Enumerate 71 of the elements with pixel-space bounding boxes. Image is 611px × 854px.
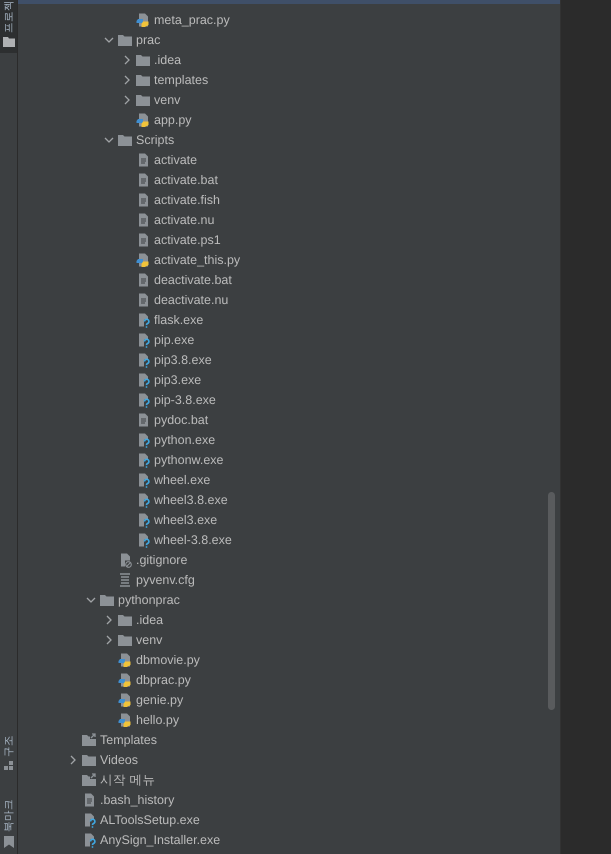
tree-item[interactable]: Videos bbox=[100, 752, 138, 768]
tree-item[interactable]: hello.py bbox=[136, 712, 180, 728]
folder-icon bbox=[117, 612, 133, 628]
tree-item[interactable]: flask.exe bbox=[154, 312, 204, 328]
tree-item[interactable]: meta_prac.py bbox=[154, 12, 230, 28]
folder-icon bbox=[135, 72, 151, 88]
tree-item[interactable]: app.py bbox=[154, 112, 192, 128]
python-file-icon bbox=[117, 712, 133, 728]
config-file-icon bbox=[117, 572, 133, 588]
tree-item[interactable]: activate.fish bbox=[154, 192, 220, 208]
tree-item[interactable]: .gitignore bbox=[136, 552, 188, 568]
folder-icon bbox=[117, 32, 133, 48]
tree-item[interactable]: templates bbox=[154, 72, 208, 88]
tree-item[interactable]: pythonprac bbox=[118, 592, 180, 608]
tree-item[interactable]: wheel.exe bbox=[154, 472, 210, 488]
python-file-icon bbox=[135, 252, 151, 268]
tree-item[interactable]: deactivate.nu bbox=[154, 292, 228, 308]
tree-item[interactable]: activate.nu bbox=[154, 212, 214, 228]
python-file-icon bbox=[135, 12, 151, 28]
folder-icon bbox=[135, 92, 151, 108]
tree-item[interactable]: Scripts bbox=[136, 132, 174, 148]
tab-label: 프로젝 bbox=[2, 0, 16, 33]
tree-item[interactable]: activate.bat bbox=[154, 172, 218, 188]
tool-window-tab[interactable]: 프로젝 bbox=[0, 0, 17, 53]
tree-item[interactable]: genie.py bbox=[136, 692, 184, 708]
tree-item[interactable]: pythonw.exe bbox=[154, 452, 224, 468]
tree-item[interactable]: pip.exe bbox=[154, 332, 194, 348]
python-file-icon bbox=[117, 652, 133, 668]
tree-item[interactable]: Templates bbox=[100, 732, 157, 748]
structure-icon bbox=[4, 761, 14, 771]
tree-item[interactable]: pip3.8.exe bbox=[154, 352, 212, 368]
tree-item[interactable]: wheel3.8.exe bbox=[154, 492, 228, 508]
python-file-icon bbox=[135, 112, 151, 128]
tree-item[interactable]: activate.ps1 bbox=[154, 232, 221, 248]
folder-shortcut-icon bbox=[81, 772, 97, 788]
tree-item[interactable]: deactivate.bat bbox=[154, 272, 232, 288]
tree-item[interactable]: activate bbox=[154, 152, 198, 168]
python-file-icon bbox=[117, 692, 133, 708]
tree-item[interactable]: wheel-3.8.exe bbox=[154, 532, 232, 548]
folder-icon bbox=[117, 132, 133, 148]
tab-label: 북마크 bbox=[2, 799, 16, 832]
folder-icon bbox=[135, 52, 151, 68]
tree-item[interactable]: dbmovie.py bbox=[136, 652, 200, 668]
tree-item[interactable]: 시작 메뉴 bbox=[100, 772, 156, 788]
tree-item[interactable]: pydoc.bat bbox=[154, 412, 208, 428]
folder-icon bbox=[81, 752, 97, 768]
tree-item[interactable]: wheel3.exe bbox=[154, 512, 218, 528]
tree-item[interactable]: venv bbox=[136, 632, 162, 648]
tool-window-tab[interactable]: 북마크 bbox=[0, 799, 17, 854]
folder-icon bbox=[2, 37, 14, 47]
scrollbar-thumb[interactable] bbox=[548, 492, 555, 710]
tree-item[interactable]: .bash_history bbox=[100, 792, 174, 808]
tree-item[interactable]: ALToolsSetup.exe bbox=[100, 812, 200, 828]
tree-item[interactable]: pip3.exe bbox=[154, 372, 202, 388]
python-file-icon bbox=[117, 672, 133, 688]
tree-item[interactable]: dbprac.py bbox=[136, 672, 191, 688]
folder-icon bbox=[99, 592, 115, 608]
tree-item[interactable]: python.exe bbox=[154, 432, 216, 448]
tree-item[interactable]: pyvenv.cfg bbox=[136, 572, 195, 588]
tree-item[interactable]: .idea bbox=[136, 612, 164, 628]
bookmark-icon bbox=[4, 836, 14, 848]
tree-item[interactable]: venv bbox=[154, 92, 180, 108]
tree-item[interactable]: activate_this.py bbox=[154, 252, 240, 268]
tree-item[interactable]: pip-3.8.exe bbox=[154, 392, 216, 408]
folder-icon bbox=[117, 632, 133, 648]
tab-label: 구조 bbox=[2, 735, 16, 757]
tool-window-tab[interactable]: 구조 bbox=[0, 735, 17, 777]
folder-shortcut-icon bbox=[81, 732, 97, 748]
tree-item[interactable]: .idea bbox=[154, 52, 182, 68]
tree-item[interactable]: AnySign_Installer.exe bbox=[100, 832, 220, 848]
tree-item[interactable]: prac bbox=[136, 32, 160, 48]
